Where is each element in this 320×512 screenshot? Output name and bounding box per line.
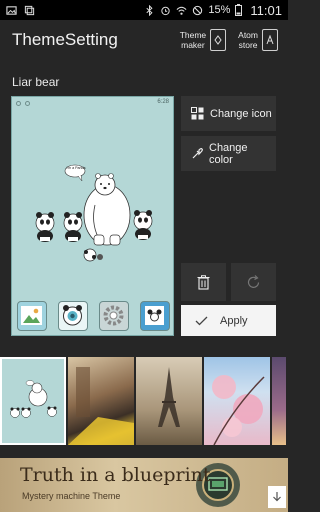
reset-button[interactable] xyxy=(231,263,276,301)
download-icon xyxy=(273,492,281,502)
theme-thumb-eiffel-tower[interactable] xyxy=(136,357,202,445)
page-title: ThemeSetting xyxy=(12,30,118,49)
clock: 11:01 xyxy=(250,2,282,18)
theme-maker-button[interactable]: Theme maker xyxy=(174,20,232,60)
status-bar-left xyxy=(0,5,144,16)
action-bar: ThemeSetting Theme maker Atom store xyxy=(0,20,288,60)
alarm-icon xyxy=(161,6,171,15)
panda-bear-illustration xyxy=(35,164,153,262)
theme-preview: 6:28 I'm a Panda xyxy=(11,96,174,336)
download-button[interactable] xyxy=(268,486,286,508)
eyedropper-icon xyxy=(192,147,203,158)
theme-setting-screen: 15% 11:01 ThemeSetting Theme maker Atom … xyxy=(0,0,288,512)
wifi-icon xyxy=(176,6,187,15)
theme-thumbnail-strip[interactable] xyxy=(0,357,288,445)
preview-dock xyxy=(12,297,173,335)
theme-thumb-liar-bear[interactable] xyxy=(0,357,66,445)
gallery-icon xyxy=(6,5,17,15)
settings-app-icon xyxy=(98,301,129,331)
atom-store-icon xyxy=(262,29,278,51)
change-icon-label: Change icon xyxy=(210,107,272,120)
apply-button[interactable]: Apply xyxy=(181,305,276,336)
ad-subtitle: Mystery machine Theme xyxy=(22,491,121,501)
trash-icon xyxy=(197,274,210,290)
blocked-icon xyxy=(193,5,203,15)
battery-percent: 15% xyxy=(208,4,231,16)
atom-store-label: Atom store xyxy=(238,30,258,50)
theme-thumb-night-lights[interactable] xyxy=(272,357,286,445)
status-bar-right: 15% 11:01 xyxy=(144,3,288,18)
gallery-app-icon xyxy=(17,301,48,331)
change-color-button[interactable]: Change color xyxy=(181,136,276,171)
check-icon xyxy=(195,316,208,325)
apply-label: Apply xyxy=(220,314,248,327)
refresh-icon xyxy=(247,274,260,288)
theme-maker-icon xyxy=(210,29,227,51)
copy-icon xyxy=(24,5,35,15)
grid-icon xyxy=(191,107,204,120)
camera-app-icon xyxy=(58,301,89,331)
ad-banner[interactable]: Truth in a blueprint Mystery machine The… xyxy=(0,458,288,512)
change-color-label: Change color xyxy=(209,141,248,166)
theme-thumb-city-taxi[interactable] xyxy=(68,357,134,445)
status-bar: 15% 11:01 xyxy=(0,0,288,20)
battery-icon xyxy=(235,4,243,16)
speech-bubble-text: I'm a Panda xyxy=(66,166,86,170)
bluetooth-icon xyxy=(146,4,153,16)
ad-title: Truth in a blueprint xyxy=(20,464,211,486)
theme-name: Liar bear xyxy=(12,75,60,89)
atom-store-button[interactable]: Atom store xyxy=(232,20,288,60)
change-icon-button[interactable]: Change icon xyxy=(181,96,276,131)
theme-thumb-cherry-blossom[interactable] xyxy=(204,357,270,445)
photo-app-icon xyxy=(139,301,170,331)
delete-button[interactable] xyxy=(181,263,226,301)
theme-maker-label: Theme maker xyxy=(179,30,207,50)
